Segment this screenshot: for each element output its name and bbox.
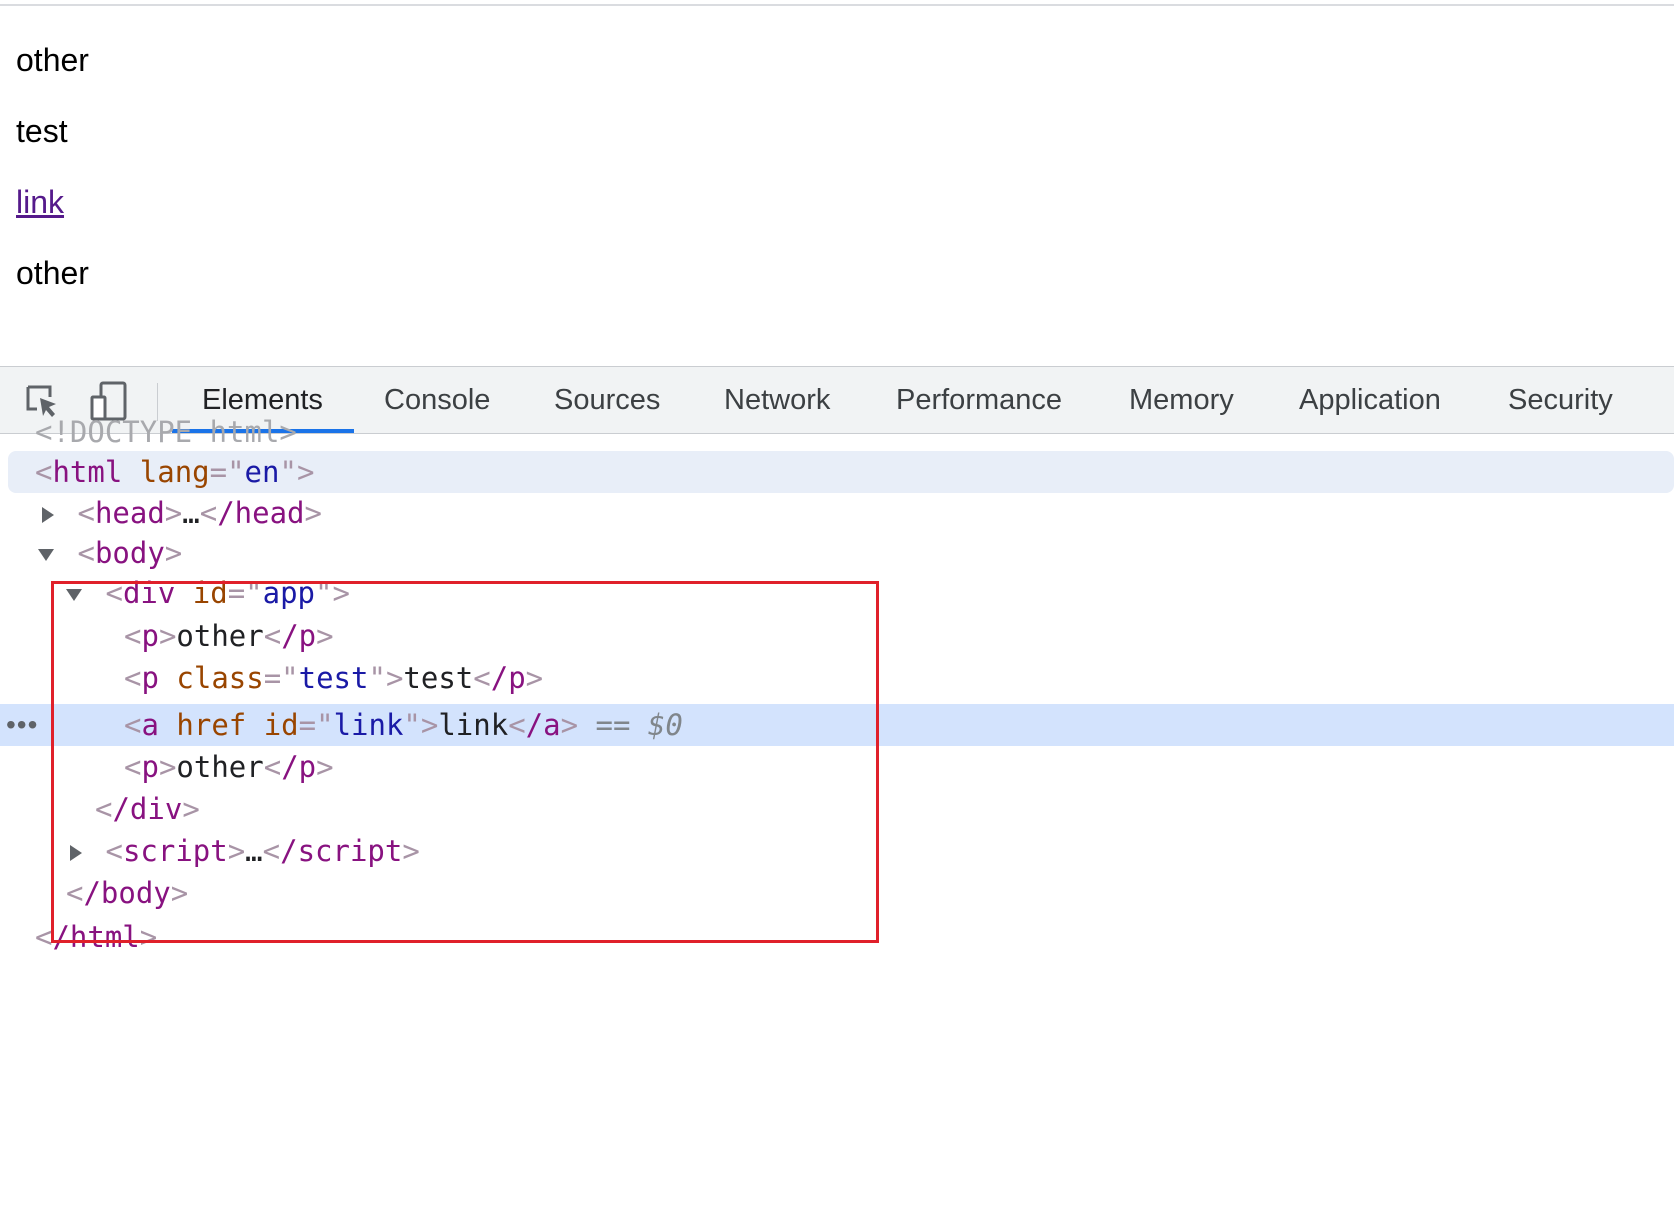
attr-name: id <box>263 708 299 742</box>
node-text: other <box>176 619 264 653</box>
tree-row-head[interactable]: <head>…</head> <box>42 492 322 534</box>
collapse-triangle-icon[interactable] <box>38 549 54 561</box>
collapse-triangle-icon[interactable] <box>66 589 82 601</box>
tag-name: /body <box>83 876 171 910</box>
tag-name: /a <box>525 708 561 742</box>
tag-name: a <box>141 708 159 742</box>
expand-triangle-icon[interactable] <box>70 845 82 861</box>
tag-name: head <box>94 496 165 530</box>
attr-value: test <box>298 661 369 695</box>
row-more-icon[interactable]: ••• <box>6 704 38 746</box>
attr-value: link <box>333 708 404 742</box>
tag-name: /p <box>281 750 317 784</box>
attr-name: id <box>192 576 228 610</box>
tab-performance[interactable]: Performance <box>896 367 1062 433</box>
page-paragraph-test: test <box>16 113 68 149</box>
tag-name: /head <box>217 496 305 530</box>
tree-row-p-other[interactable]: <p>other</p> <box>124 615 334 657</box>
tab-network[interactable]: Network <box>724 367 830 433</box>
attr-value: app <box>262 576 316 610</box>
tab-console[interactable]: Console <box>384 367 490 433</box>
tag-name: /p <box>281 619 317 653</box>
tree-row-p-test[interactable]: <p class="test">test</p> <box>124 657 543 699</box>
tag-name: /html <box>52 920 140 954</box>
collapsed-ellipsis: … <box>245 834 263 868</box>
tab-sources[interactable]: Sources <box>554 367 660 433</box>
node-text: link <box>438 708 509 742</box>
tree-row-script[interactable]: <script>…</script> <box>70 830 420 872</box>
tree-row-html[interactable]: <html lang="en"> <box>35 451 314 493</box>
tree-row-div-close[interactable]: </div> <box>95 788 200 830</box>
page-paragraph-other: other <box>16 42 89 78</box>
selected-marker-eq: == <box>595 708 631 742</box>
doctype-text: <!DOCTYPE html> <box>35 415 297 449</box>
tag-name: body <box>94 536 165 570</box>
tree-row-html-close[interactable]: </html> <box>35 916 157 958</box>
tab-application[interactable]: Application <box>1299 367 1441 433</box>
tag-name: /div <box>112 792 183 826</box>
tag-name: p <box>141 619 159 653</box>
tag-name: /p <box>490 661 526 695</box>
node-text: other <box>176 750 264 784</box>
tree-row-a-link[interactable]: ••• <a href id="link">link</a> == $0 <box>0 704 1674 746</box>
attr-name: lang <box>139 455 210 489</box>
page-paragraph-other-2: other <box>16 255 89 291</box>
selected-marker-var: $0 <box>647 708 683 742</box>
tag-name: p <box>141 661 159 695</box>
collapsed-ellipsis: … <box>182 496 200 530</box>
devtools-panel: Elements Console Sources Network Perform… <box>0 366 1674 1216</box>
elements-tree: <!DOCTYPE html> <html lang="en"> <head>…… <box>0 415 1674 1216</box>
node-text: test <box>403 661 474 695</box>
tab-memory[interactable]: Memory <box>1129 367 1234 433</box>
tree-row-p-other-2[interactable]: <p>other</p> <box>124 746 334 788</box>
page-link[interactable]: link <box>16 184 64 220</box>
page-viewport: other test link other <box>0 6 1674 367</box>
expand-triangle-icon[interactable] <box>42 507 54 523</box>
tree-row-div-app[interactable]: <div id="app"> <box>66 572 350 614</box>
tag-name: /script <box>280 834 403 868</box>
tag-name: script <box>122 834 228 868</box>
tree-row-body-open[interactable]: <body> <box>38 532 182 574</box>
attr-name: href <box>176 708 247 742</box>
attr-value: en <box>244 455 280 489</box>
tab-security[interactable]: Security <box>1508 367 1613 433</box>
tag-name: p <box>141 750 159 784</box>
tree-row-body-close[interactable]: </body> <box>66 872 188 914</box>
tree-row-doctype[interactable]: <!DOCTYPE html> <box>35 411 297 453</box>
tag-name: html <box>52 455 123 489</box>
attr-name: class <box>176 661 264 695</box>
tag-name: div <box>122 576 176 610</box>
